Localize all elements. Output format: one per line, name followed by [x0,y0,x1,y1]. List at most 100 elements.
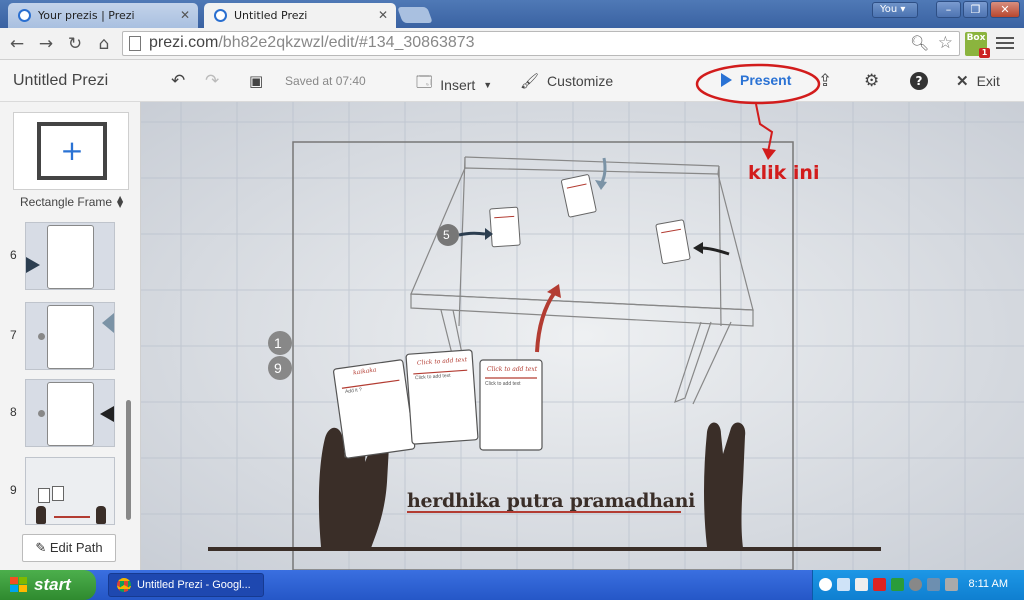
customize-button[interactable]: 🖌︎ Customize [520,72,613,90]
thumbnail-8[interactable]: 8 [8,379,128,447]
frame-type-updown-icon[interactable]: ▲ ▼ [117,195,123,209]
help-icon[interactable]: ? [910,72,928,90]
chrome-icon [117,578,131,592]
tab-label: Your prezis | Prezi [38,9,135,22]
display-icon[interactable] [927,578,940,591]
thumbnail-hand [96,506,106,524]
thumbnail-name-line [54,516,90,518]
box-extension-label: Box [966,33,986,43]
frames-sidebar: + Rectangle Frame ▲ ▼ 6 7 8 9 ✎ Edit Pat… [0,102,141,570]
edit-path-button[interactable]: ✎ Edit Path [22,534,116,562]
start-button[interactable]: start [0,570,96,600]
url-path: /bh82e2qkzwzl/edit/#134_30863873 [218,34,475,51]
undo-icon[interactable]: ↶ [171,71,185,91]
security-shield-icon[interactable] [873,578,886,591]
play-icon [721,73,732,87]
close-window-button[interactable]: ✕ [990,1,1020,18]
browser-toolbar: ← → ↻ ⌂ prezi.com/bh82e2qkzwzl/edit/#134… [0,28,1024,60]
thumbnail-number: 6 [10,248,17,262]
tab-close-icon[interactable]: ✕ [378,8,388,22]
thumbnail-number: 9 [10,483,17,497]
card-subtitle[interactable]: Click to add text [485,381,521,387]
prezi-title[interactable]: Untitled Prezi [13,72,108,90]
volume-icon[interactable] [855,578,868,591]
saved-status: Saved at 07:40 [285,74,366,88]
exit-button[interactable]: ✕ Exit [956,72,1000,90]
antivirus-icon[interactable] [891,578,904,591]
arrow-to-card [458,231,486,237]
share-icon[interactable]: ⇪ [818,71,832,91]
url-text: prezi.com/bh82e2qkzwzl/edit/#134_3086387… [149,34,475,52]
thumbnail-card [47,225,94,289]
save-icon[interactable]: ▣ [249,72,263,90]
thumbnail-dot [38,333,45,340]
tab-label: Untitled Prezi [234,9,308,22]
insert-icon: 🗔 [416,74,433,91]
edit-path-label: Edit Path [49,540,103,555]
step-badge-9-label[interactable]: 9 [274,360,282,376]
new-tab-button[interactable] [397,7,433,23]
thumbnail-mini-card [38,488,50,503]
usb-icon[interactable] [945,578,958,591]
browser-tab-strip: Your prezis | Prezi ✕ Untitled Prezi ✕ Y… [0,0,1024,28]
restore-button[interactable]: ❐ [963,1,988,18]
pencil-icon: ✎ [35,540,47,555]
windows-taskbar: start Untitled Prezi - Googl... 8:11 AM [0,570,1024,600]
chevron-down-icon: ▼ [483,79,493,90]
thumbnail-9[interactable]: 9 [8,457,128,525]
thumbnail-6[interactable]: 6 [8,222,128,290]
prezi-canvas[interactable]: 5 1 9 kaikaka Add it ? Click to add text… [141,102,1024,570]
thumbnail-card [47,305,94,369]
minimize-button[interactable]: – [936,1,961,18]
gear-icon[interactable]: ⚙ [864,71,879,91]
home-icon[interactable]: ⌂ [93,33,115,55]
insert-label: Insert [440,76,476,93]
system-clock[interactable]: 8:11 AM [968,578,1008,590]
zoom-search-icon[interactable]: 🔍︎ [910,34,929,52]
insert-button[interactable]: 🗔 Insert ▼ [416,72,492,97]
thumbnail-preview [25,457,115,525]
present-button[interactable]: Present [721,72,791,88]
bookmark-star-icon[interactable]: ☆ [938,33,953,53]
box-extension-button[interactable]: Box 1 [965,32,990,58]
thumbnail-dot [38,410,45,417]
tab-your-prezis[interactable]: Your prezis | Prezi ✕ [8,3,198,28]
url-host: prezi.com [149,34,219,51]
ground-line [208,547,881,551]
window-controls: – ❐ ✕ [936,1,1020,18]
reload-icon[interactable]: ↻ [64,33,86,55]
plus-icon: + [60,134,84,167]
add-frame-button[interactable]: + [13,112,129,190]
tab-untitled-prezi[interactable]: Untitled Prezi ✕ [204,3,396,28]
taskbar-item-chrome[interactable]: Untitled Prezi - Googl... [108,573,264,597]
frame-type-selector[interactable]: Rectangle Frame [20,195,112,209]
thumbnail-preview [25,379,115,447]
address-bar[interactable]: prezi.com/bh82e2qkzwzl/edit/#134_3086387… [122,31,960,56]
step-badge-5-label: 5 [443,228,450,242]
system-tray: 8:11 AM [812,570,1024,600]
prezi-favicon-icon [18,9,31,22]
forward-arrow-icon[interactable]: → [35,33,57,55]
start-label: start [34,575,71,594]
thumbnail-7[interactable]: 7 [8,302,128,370]
network-icon[interactable] [837,578,850,591]
present-label: Present [740,72,792,88]
prezi-favicon-icon [214,9,227,22]
thumbnail-arrow-icon [26,257,40,273]
sidebar-scrollbar[interactable] [126,400,131,520]
tray-app-icon[interactable] [909,578,922,591]
back-arrow-icon[interactable]: ← [6,33,28,55]
step-badge-1-label[interactable]: 1 [274,335,282,351]
page-icon [129,36,141,51]
prezi-editor-header: Untitled Prezi ↶ ↷ ▣ Saved at 07:40 🗔 In… [0,60,1024,102]
presenter-name[interactable]: herdhika putra pramadhani [407,490,695,512]
tray-expand-icon[interactable] [819,578,832,591]
extension-badge: 1 [979,48,990,58]
close-icon: ✕ [956,73,969,90]
user-profile-button[interactable]: You ▾ [872,2,918,18]
card-title[interactable]: Click to add text [487,366,537,373]
redo-icon[interactable]: ↷ [205,71,219,91]
browser-menu-icon[interactable] [996,34,1014,52]
tab-close-icon[interactable]: ✕ [180,8,190,22]
thumbnail-arrow-icon [102,313,114,333]
